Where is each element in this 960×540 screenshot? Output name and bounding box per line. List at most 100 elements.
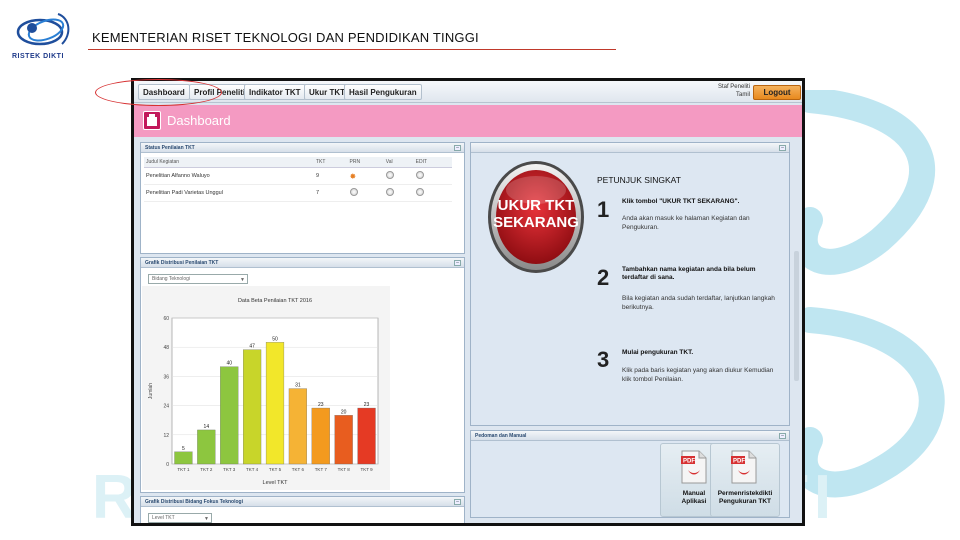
y-tick-label: 48 bbox=[163, 345, 169, 351]
x-tick-label: TKT 4 bbox=[246, 467, 259, 472]
collapse-icon[interactable]: – bbox=[779, 145, 786, 151]
chevron-down-icon: ▼ bbox=[204, 516, 209, 522]
chart-title: Data Beta Penilaian TKT 2016 bbox=[238, 298, 312, 304]
doc-line1: Permenristekdikti bbox=[717, 490, 773, 497]
bar bbox=[197, 429, 216, 465]
tab-hasil-pengukuran[interactable]: Hasil Pengukuran bbox=[344, 84, 422, 100]
val-radio-icon[interactable] bbox=[385, 188, 394, 196]
table-row[interactable]: Penelitian Alfanno Waluyo 9 ✸ bbox=[144, 167, 452, 185]
doc-label: Permenristekdikti Pengukuran TKT bbox=[711, 490, 779, 506]
collapse-icon[interactable]: – bbox=[454, 145, 461, 151]
table-row[interactable]: Penelitian Padi Varietas Unggul 7 bbox=[144, 184, 452, 202]
chevron-down-icon: ▼ bbox=[240, 277, 245, 283]
step-number: 2 bbox=[597, 265, 610, 290]
bar-chart: Data Beta Penilaian TKT 2016 0 12 24 36 48 60 J… bbox=[148, 298, 379, 486]
top-nav: Dashboard Profil Peneliti Indikator TKT … bbox=[134, 81, 802, 103]
column-header: TKT bbox=[314, 157, 348, 168]
collapse-icon[interactable]: – bbox=[454, 499, 461, 505]
status-table: Judul Kegiatan TKT PRN Val EDIT Peneliti… bbox=[144, 157, 452, 202]
annotation-highlight-ellipse bbox=[95, 79, 222, 106]
page-title: Dashboard bbox=[167, 113, 231, 128]
y-axis-label: Jumlah bbox=[148, 383, 154, 399]
petunjuk-panel-header: – bbox=[471, 143, 789, 153]
y-tick-label: 0 bbox=[166, 462, 169, 468]
vertical-scrollbar[interactable] bbox=[794, 251, 799, 381]
prn-radio-icon[interactable] bbox=[349, 188, 358, 196]
bar bbox=[174, 451, 193, 465]
status-panel-title: Status Penilaian TKT bbox=[145, 145, 195, 151]
x-tick-label: TKT 3 bbox=[223, 467, 236, 472]
column-header: PRN bbox=[347, 157, 384, 168]
permenristekdikti-link[interactable]: PDF Permenristekdikti Pengukuran TKT bbox=[710, 443, 780, 517]
prn-star-icon[interactable]: ✸ bbox=[350, 172, 357, 181]
ukur-tkt-button-label[interactable]: UKUR TKT SEKARANG bbox=[487, 197, 585, 231]
x-tick-label: TKT 9 bbox=[360, 467, 373, 472]
bar bbox=[288, 388, 307, 465]
grafik-panel-header: Grafik Distribusi Penilaian TKT – bbox=[141, 258, 464, 268]
pdf-file-icon: PDF bbox=[681, 450, 707, 484]
x-tick-label: TKT 8 bbox=[338, 467, 351, 472]
step-number: 3 bbox=[597, 347, 610, 372]
step-heading: Klik tombol "UKUR TKT SEKARANG". bbox=[622, 198, 740, 205]
user-name: Tamil bbox=[735, 92, 750, 98]
user-info: Staf Peneliti Tamil bbox=[710, 83, 750, 99]
presentation-slide: R TI RISTEK DIKTI KEMENTERIAN RISET TEKN… bbox=[0, 0, 960, 540]
bar-data-label: 14 bbox=[204, 424, 210, 430]
edit-radio-icon[interactable] bbox=[415, 171, 424, 179]
grafik2-panel-header: Grafik Distribusi Bidang Fokus Teknologi… bbox=[141, 497, 464, 507]
x-tick-label: TKT 2 bbox=[200, 467, 213, 472]
user-role: Staf Peneliti bbox=[717, 84, 750, 90]
bar-data-label: 31 bbox=[295, 383, 301, 389]
logo-text: RISTEK DIKTI bbox=[12, 53, 64, 60]
y-tick-label: 12 bbox=[163, 433, 169, 439]
pedoman-panel-header: Pedoman dan Manual – bbox=[471, 431, 789, 441]
y-tick-label: 36 bbox=[163, 374, 169, 380]
level-tkt-select[interactable]: Level TKT ▼ bbox=[148, 513, 212, 523]
step-heading: Tambahkan nama kegiatan anda bila belum … bbox=[622, 266, 756, 281]
page-title-bar: Dashboard bbox=[134, 105, 802, 137]
bar-data-label: 20 bbox=[341, 409, 347, 415]
status-penilaian-panel: Status Penilaian TKT – Judul Kegiatan TK… bbox=[140, 142, 465, 254]
bar-data-label: 40 bbox=[226, 361, 232, 367]
header-divider bbox=[88, 49, 616, 50]
status-panel-header: Status Penilaian TKT – bbox=[141, 143, 464, 153]
judul-cell: Penelitian Padi Varietas Unggul bbox=[144, 184, 314, 202]
column-header: EDIT bbox=[413, 157, 452, 168]
bar bbox=[357, 407, 376, 465]
tkt-cell: 9 bbox=[314, 167, 348, 185]
tab-indikator-tkt[interactable]: Indikator TKT bbox=[244, 84, 306, 100]
logout-button[interactable]: Logout bbox=[753, 85, 801, 100]
bar bbox=[334, 415, 353, 465]
step-number: 1 bbox=[597, 197, 610, 222]
bar bbox=[265, 342, 285, 465]
grafik-panel-title: Grafik Distribusi Penilaian TKT bbox=[145, 260, 219, 266]
tkt-cell: 7 bbox=[314, 184, 348, 202]
bar-data-label: 47 bbox=[249, 344, 255, 350]
y-tick-label: 24 bbox=[163, 404, 169, 410]
select-value: Level TKT bbox=[152, 515, 175, 521]
val-radio-icon[interactable] bbox=[385, 171, 394, 179]
column-header: Val bbox=[383, 157, 414, 168]
grafik-bidang-fokus-panel: Grafik Distribusi Bidang Fokus Teknologi… bbox=[140, 496, 465, 523]
bar-data-label: 23 bbox=[364, 402, 370, 408]
step-description: Anda akan masuk ke halaman Kegiatan dan … bbox=[622, 215, 750, 231]
pedoman-panel-title: Pedoman dan Manual bbox=[475, 433, 527, 439]
bidang-teknologi-select[interactable]: Bidang Teknologi ▼ bbox=[148, 274, 248, 284]
step-description: Bila kegiatan anda sudah terdaftar, lanj… bbox=[622, 295, 775, 311]
bar-data-label: 5 bbox=[182, 446, 185, 452]
petunjuk-title: PETUNJUK SINGKAT bbox=[597, 175, 681, 185]
judul-cell: Penelitian Alfanno Waluyo bbox=[144, 167, 314, 185]
x-tick-label: TKT 1 bbox=[177, 467, 190, 472]
bar-data-label: 50 bbox=[272, 336, 278, 342]
x-tick-label: TKT 7 bbox=[315, 467, 328, 472]
collapse-icon[interactable]: – bbox=[779, 433, 786, 439]
step-heading: Mulai pengukuran TKT. bbox=[622, 349, 694, 356]
button-line2: SEKARANG bbox=[493, 214, 579, 231]
bar bbox=[243, 349, 262, 465]
x-tick-label: TKT 5 bbox=[269, 467, 282, 472]
edit-radio-icon[interactable] bbox=[415, 188, 424, 196]
doc-line2: Pengukuran TKT bbox=[718, 498, 771, 505]
bar bbox=[220, 366, 239, 465]
pdf-badge: PDF bbox=[733, 459, 745, 465]
collapse-icon[interactable]: – bbox=[454, 260, 461, 266]
